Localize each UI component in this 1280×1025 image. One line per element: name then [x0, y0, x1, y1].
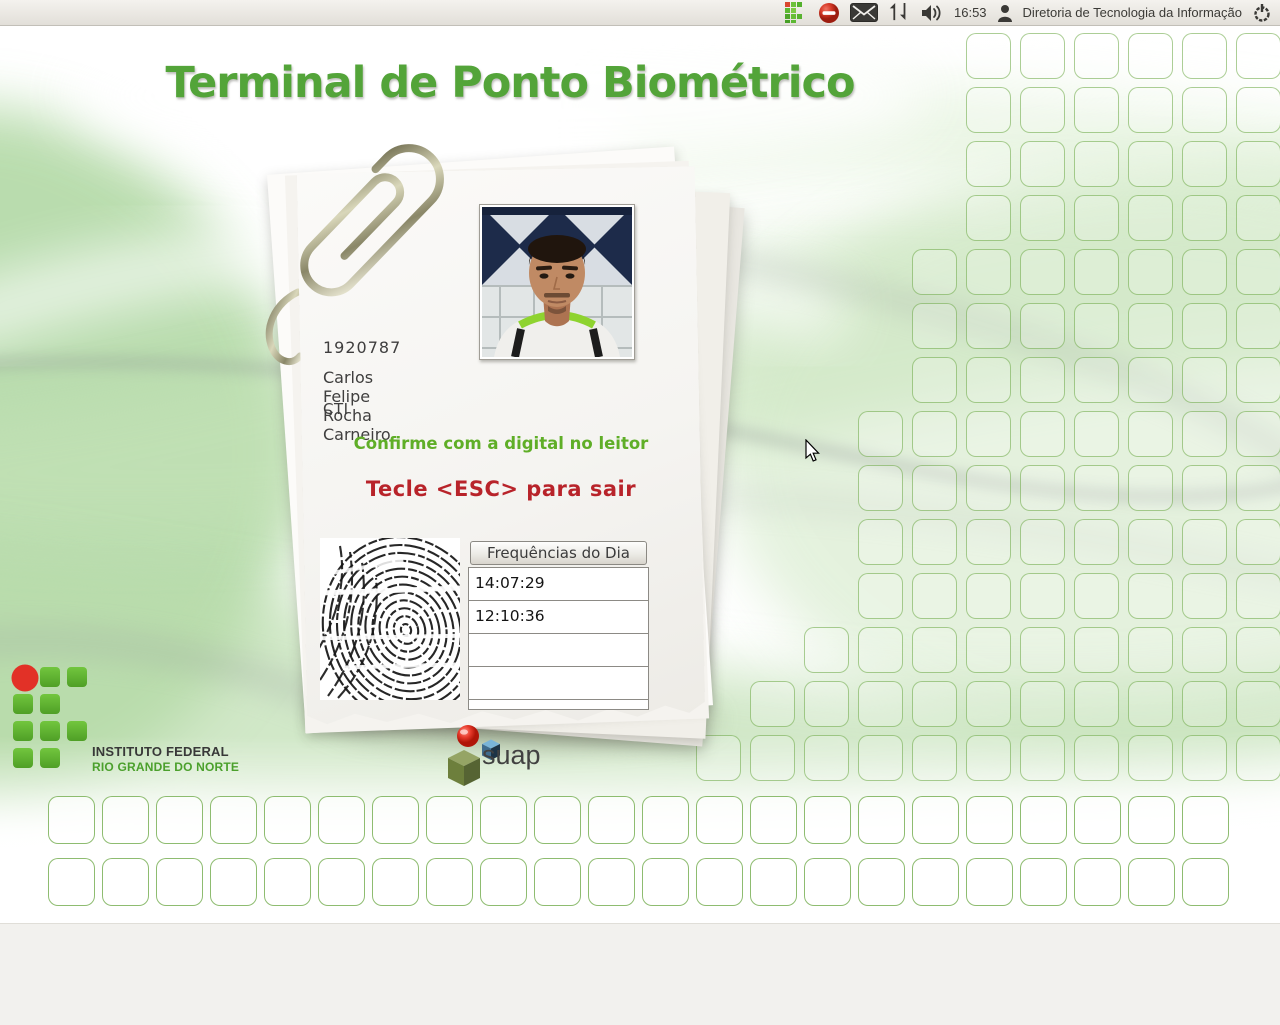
do-not-disturb-icon[interactable]	[818, 1, 840, 25]
institution-name: INSTITUTO FEDERAL	[92, 744, 229, 759]
suap-label: suap	[482, 740, 541, 771]
top-panel: 16:53 Diretoria de Tecnologia da Informa…	[0, 0, 1280, 26]
page-title: Terminal de Ponto Biométrico	[150, 58, 870, 108]
mouse-cursor	[805, 439, 821, 467]
instruction-message: Confirme com a digital no leitor	[302, 434, 700, 453]
frequencies-header[interactable]: Frequências do Dia	[470, 541, 647, 565]
user-menu[interactable]: Diretoria de Tecnologia da Informação	[1023, 5, 1242, 20]
suap-app-icon-glyph	[784, 1, 808, 24]
network-arrows-icon[interactable]	[888, 1, 910, 25]
employee-sector: CTI	[323, 400, 349, 418]
session-power-icon[interactable]	[1252, 1, 1272, 25]
suap-logo: suap	[438, 724, 598, 788]
frequency-row	[469, 634, 648, 667]
exit-message: Tecle <ESC> para sair	[302, 477, 700, 501]
desktop-area	[0, 923, 1280, 1025]
fingerprint-image	[320, 538, 460, 700]
clock[interactable]: 16:53	[954, 5, 987, 20]
institution-state: RIO GRANDE DO NORTE	[92, 760, 239, 774]
frequencies-table: 14:07:29 12:10:36	[468, 567, 649, 710]
frequency-row-partial	[469, 700, 648, 709]
frequency-row	[469, 667, 648, 700]
volume-icon[interactable]	[920, 1, 944, 25]
mail-icon[interactable]	[850, 1, 878, 25]
frequency-row: 12:10:36	[469, 601, 648, 634]
user-icon	[997, 1, 1013, 25]
employee-photo	[479, 204, 635, 360]
frequency-row: 14:07:29	[469, 568, 648, 601]
suap-app-icon[interactable]	[784, 1, 808, 25]
